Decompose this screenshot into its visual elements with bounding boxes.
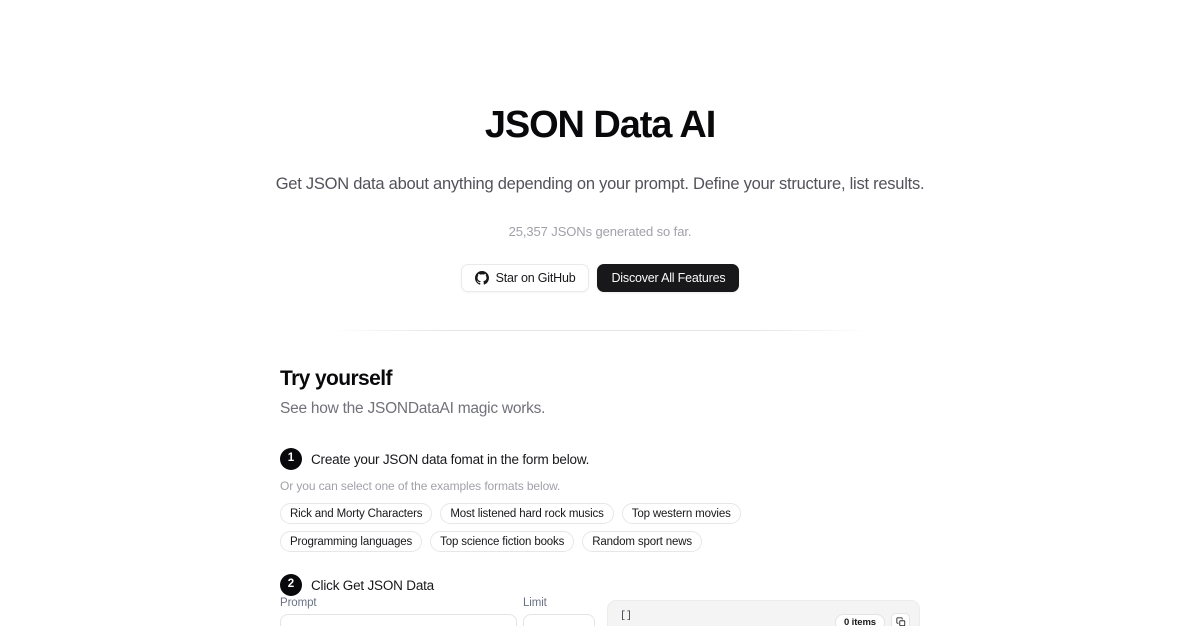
step-2-row: 2 Click Get JSON Data <box>280 574 920 597</box>
example-chip-rick-and-morty-characters[interactable]: Rick and Morty Characters <box>280 503 433 525</box>
step-1-hint: Or you can select one of the examples fo… <box>280 479 561 494</box>
section-divider <box>330 330 870 331</box>
try-yourself-subtitle: See how the JSONDataAI magic works. <box>280 400 546 418</box>
json-output-content: [] <box>620 611 633 622</box>
copy-json-button[interactable] <box>891 613 910 626</box>
step-2-text: Click Get JSON Data <box>311 577 434 593</box>
example-chips: Rick and Morty Characters Most listened … <box>280 503 880 553</box>
step-1-text: Create your JSON data fomat in the form … <box>311 451 590 467</box>
step-2-badge: 2 <box>280 574 302 597</box>
discover-all-features-label: Discover All Features <box>611 270 726 285</box>
hero-actions: Star on GitHub Discover All Features <box>0 263 1200 292</box>
hero-subtitle: Get JSON data about anything depending o… <box>275 174 925 193</box>
example-chip-programming-languages[interactable]: Programming languages <box>280 531 423 553</box>
limit-label: Limit <box>523 597 547 609</box>
hero-section: JSON Data AI Get JSON data about anythin… <box>0 0 1200 292</box>
limit-input[interactable] <box>523 613 595 626</box>
step-1-badge: 1 <box>280 448 302 471</box>
page-title: JSON Data AI <box>484 104 716 146</box>
json-output-panel: [] 0 items <box>607 600 920 626</box>
prompt-label: Prompt <box>280 597 317 609</box>
star-on-github-button[interactable]: Star on GitHub <box>460 263 590 292</box>
generated-counter: 25,357 JSONs generated so far. <box>508 223 692 239</box>
prompt-field-group: Prompt <box>280 597 517 626</box>
example-chip-most-listened-hard-rock-musics[interactable]: Most listened hard rock musics <box>440 503 614 525</box>
prompt-input[interactable] <box>280 613 517 626</box>
try-yourself-section: Try yourself See how the JSONDataAI magi… <box>280 366 920 597</box>
example-chip-top-science-fiction-books[interactable]: Top science fiction books <box>430 531 575 553</box>
page-root: JSON Data AI Get JSON data about anythin… <box>0 0 1200 626</box>
copy-icon <box>895 617 906 626</box>
star-on-github-label: Star on GitHub <box>495 270 576 285</box>
json-output-tools: 0 items <box>834 613 910 626</box>
items-count-badge: 0 items <box>834 613 885 626</box>
discover-all-features-button[interactable]: Discover All Features <box>597 263 740 292</box>
limit-field-group: Limit <box>523 597 595 626</box>
step-1-row: 1 Create your JSON data fomat in the for… <box>280 448 920 471</box>
try-yourself-title: Try yourself <box>280 367 392 390</box>
example-chip-random-sport-news[interactable]: Random sport news <box>582 531 702 553</box>
example-chip-top-western-movies[interactable]: Top western movies <box>621 503 741 525</box>
github-icon <box>474 270 489 285</box>
